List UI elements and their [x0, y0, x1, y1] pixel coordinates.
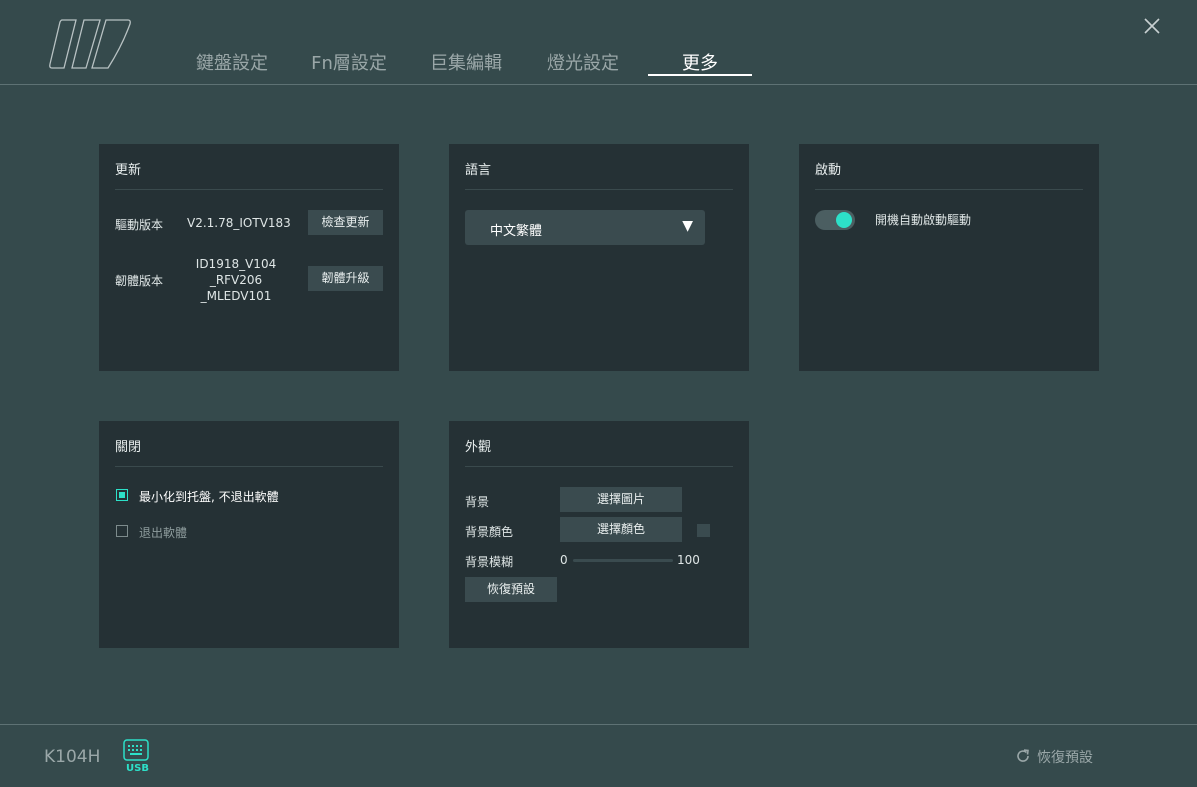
check-update-button[interactable]: 檢查更新 [308, 210, 383, 235]
dropdown-arrow-icon: ▼ [682, 218, 693, 234]
background-color-swatch[interactable] [697, 524, 710, 537]
exit-software-checkbox[interactable] [116, 525, 128, 537]
language-panel: 語言 中文繁體 ▼ [449, 144, 749, 371]
firmware-version-line: _RFV206 [209, 273, 263, 287]
active-tab-indicator [648, 74, 752, 76]
firmware-version-label: 韌體版本 [115, 274, 164, 288]
divider [815, 189, 1083, 190]
blur-min-label: 0 [560, 553, 568, 567]
appearance-panel-title: 外觀 [465, 440, 492, 455]
tab-fn-layer-settings[interactable]: Fn層設定 [305, 50, 393, 78]
language-select-value: 中文繁體 [490, 224, 543, 239]
choose-image-button[interactable]: 選擇圖片 [560, 487, 682, 512]
divider [465, 189, 733, 190]
autostart-label: 開機自動啟動驅動 [875, 213, 972, 227]
keyboard-icon[interactable] [123, 739, 149, 761]
background-blur-slider[interactable] [573, 559, 673, 562]
close-panel-title: 關閉 [115, 440, 142, 455]
reset-appearance-button[interactable]: 恢復預設 [465, 577, 557, 602]
startup-panel: 啟動 開機自動啟動驅動 [799, 144, 1099, 371]
background-color-label: 背景顏色 [465, 525, 514, 539]
language-select[interactable]: 中文繁體 ▼ [465, 210, 705, 245]
startup-panel-title: 啟動 [815, 163, 842, 178]
divider [115, 189, 383, 190]
restore-defaults-label: 恢復預設 [1037, 750, 1093, 766]
background-label: 背景 [465, 495, 490, 509]
minimize-to-tray-label: 最小化到托盤, 不退出軟體 [139, 490, 279, 504]
driver-version-value: V2.1.78_IOTV183 [187, 216, 291, 230]
tab-keyboard-settings[interactable]: 鍵盤設定 [188, 50, 276, 78]
appearance-panel: 外觀 背景 選擇圖片 背景顏色 選擇顏色 背景模糊 0 100 恢復預設 [449, 421, 749, 648]
brand-logo [49, 19, 131, 69]
exit-software-label: 退出軟體 [139, 526, 188, 540]
connection-type-label: USB [126, 763, 149, 774]
choose-color-button[interactable]: 選擇顏色 [560, 517, 682, 542]
firmware-version-line: ID1918_V104 [195, 257, 277, 271]
blur-max-label: 100 [677, 553, 700, 567]
device-model: K104H [44, 747, 101, 767]
language-panel-title: 語言 [465, 163, 492, 178]
tab-lighting-settings[interactable]: 燈光設定 [539, 50, 627, 78]
autostart-toggle[interactable] [815, 210, 855, 230]
firmware-version-line: _MLEDV101 [200, 289, 272, 303]
restore-defaults-button[interactable]: 恢復預設 [1015, 747, 1093, 767]
firmware-upgrade-button[interactable]: 韌體升級 [308, 266, 383, 291]
close-behavior-panel: 關閉 最小化到托盤, 不退出軟體 退出軟體 [99, 421, 399, 648]
update-panel-title: 更新 [115, 163, 142, 178]
firmware-version-value: ID1918_V104 _RFV206 _MLEDV101 [191, 256, 281, 304]
update-panel: 更新 驅動版本 V2.1.78_IOTV183 檢查更新 韌體版本 ID1918… [99, 144, 399, 371]
status-bar: K104H USB 恢復預設 [0, 724, 1197, 787]
background-blur-label: 背景模糊 [465, 555, 514, 569]
driver-version-label: 驅動版本 [115, 218, 164, 232]
close-icon[interactable] [1140, 14, 1164, 38]
toggle-knob [836, 212, 852, 228]
tab-macro-editor[interactable]: 巨集編輯 [422, 50, 510, 78]
top-bar: 鍵盤設定 Fn層設定 巨集編輯 燈光設定 更多 [0, 0, 1197, 85]
refresh-icon [1017, 749, 1029, 762]
divider [465, 466, 733, 467]
check-mark [119, 492, 125, 498]
divider [115, 466, 383, 467]
minimize-to-tray-checkbox[interactable] [116, 489, 128, 501]
